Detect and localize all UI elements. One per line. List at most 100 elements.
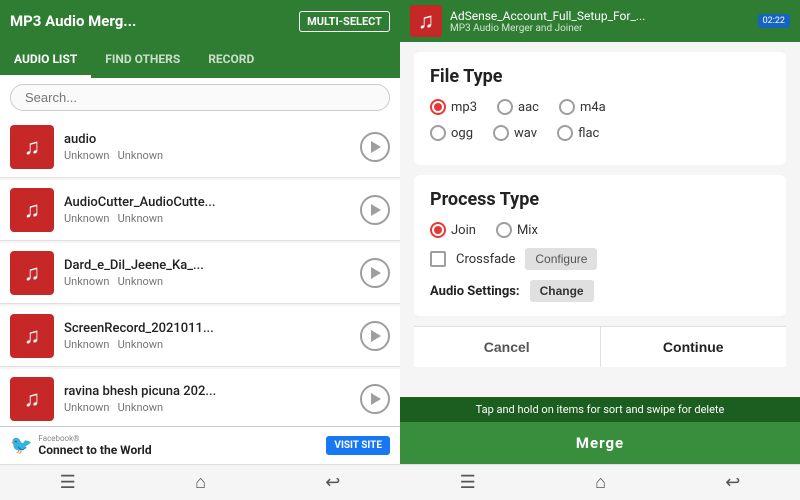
tab-find-others[interactable]: FIND OTHERS (91, 42, 194, 78)
audio-meta: Unknown Unknown (64, 338, 360, 351)
process-type-heading: Process Type (430, 189, 770, 210)
audio-info: audio Unknown Unknown (64, 132, 360, 162)
radio-flac-circle (557, 125, 573, 141)
merge-button-bar[interactable]: Merge (400, 422, 800, 464)
radio-mp3[interactable]: mp3 (430, 99, 477, 115)
audio-list: ♫ audio Unknown Unknown ♫ AudioCutter_Au… (0, 117, 400, 426)
radio-flac-label: flac (578, 126, 599, 141)
music-icon: ♫ (24, 197, 41, 223)
back-icon-right[interactable]: ↩ (725, 472, 740, 493)
search-bar (0, 78, 400, 117)
audio-thumb: ♫ (10, 251, 54, 295)
radio-aac[interactable]: aac (497, 99, 539, 115)
change-button[interactable]: Change (530, 280, 594, 302)
audio-thumb: ♫ (10, 314, 54, 358)
audio-name: audio (64, 132, 360, 147)
audio-info: AudioCutter_AudioCutte... Unknown Unknow… (64, 195, 360, 225)
radio-wav[interactable]: wav (493, 125, 537, 141)
left-panel: MP3 Audio Merg... MULTI-SELECT AUDIO LIS… (0, 0, 400, 500)
audio-info: ScreenRecord_2021011... Unknown Unknown (64, 321, 360, 351)
list-item[interactable]: ♫ AudioCutter_AudioCutte... Unknown Unkn… (0, 180, 400, 241)
music-icon: ♫ (24, 134, 41, 160)
music-icon: ♫ (24, 323, 41, 349)
right-panel: ♫ AdSense_Account_Full_Setup_For_... MP3… (400, 0, 800, 500)
list-item[interactable]: ♫ ravina bhesh picuna 202... Unknown Unk… (0, 369, 400, 426)
audio-settings-label: Audio Settings: (430, 284, 520, 299)
radio-wav-circle (493, 125, 509, 141)
play-button[interactable] (360, 195, 390, 225)
process-type-row: Join Mix (430, 222, 770, 238)
tabs-bar: AUDIO LIST FIND OTHERS RECORD (0, 42, 400, 78)
radio-ogg-circle (430, 125, 446, 141)
dialog-area: File Type mp3 aac m4a ogg (400, 42, 800, 397)
audio-name: ravina bhesh picuna 202... (64, 384, 360, 399)
crossfade-row: Crossfade Configure (430, 248, 770, 270)
tap-hint: Tap and hold on items for sort and swipe… (400, 397, 800, 422)
now-playing-name: AdSense_Account_Full_Setup_For_... (450, 9, 758, 23)
radio-m4a-circle (559, 99, 575, 115)
audio-name: Dard_e_Dil_Jeene_Ka_... (64, 258, 360, 273)
music-icon: ♫ (24, 260, 41, 286)
play-button[interactable] (360, 321, 390, 351)
audio-name: ScreenRecord_2021011... (64, 321, 360, 336)
radio-aac-circle (497, 99, 513, 115)
home-icon-right[interactable]: ⌂ (595, 472, 606, 493)
audio-thumb: ♫ (10, 377, 54, 421)
tab-record[interactable]: RECORD (194, 42, 268, 78)
play-button[interactable] (360, 132, 390, 162)
top-bar-left: MP3 Audio Merg... MULTI-SELECT (0, 0, 400, 42)
radio-mp3-circle (430, 99, 446, 115)
crossfade-label: Crossfade (456, 252, 515, 267)
audio-thumb: ♫ (10, 125, 54, 169)
facebook-logo-icon: 🐦 (10, 435, 32, 456)
bottom-nav-left: ☰ ⌂ ↩ (0, 464, 400, 500)
multi-select-button[interactable]: MULTI-SELECT (299, 11, 390, 32)
radio-mix[interactable]: Mix (496, 222, 538, 238)
continue-button[interactable]: Continue (601, 327, 787, 367)
audio-meta: Unknown Unknown (64, 212, 360, 225)
file-type-row-2: ogg wav flac (430, 125, 770, 141)
ad-label: Facebook® (38, 434, 326, 443)
visit-site-button[interactable]: VISIT SITE (326, 436, 390, 455)
file-type-row-1: mp3 aac m4a (430, 99, 770, 115)
audio-settings-row: Audio Settings: Change (430, 280, 770, 302)
file-type-section: File Type mp3 aac m4a ogg (414, 52, 786, 165)
list-item[interactable]: ♫ audio Unknown Unknown (0, 117, 400, 178)
ad-text: Connect to the World (38, 443, 326, 457)
radio-mix-label: Mix (517, 223, 538, 238)
cancel-button[interactable]: Cancel (414, 327, 601, 367)
menu-icon-right[interactable]: ☰ (460, 472, 476, 493)
radio-join[interactable]: Join (430, 222, 476, 238)
home-icon[interactable]: ⌂ (195, 472, 206, 493)
list-item[interactable]: ♫ Dard_e_Dil_Jeene_Ka_... Unknown Unknow… (0, 243, 400, 304)
back-icon[interactable]: ↩ (325, 472, 340, 493)
radio-ogg-label: ogg (451, 126, 473, 141)
radio-join-label: Join (451, 223, 476, 238)
list-item[interactable]: ♫ ScreenRecord_2021011... Unknown Unknow… (0, 306, 400, 367)
play-button[interactable] (360, 258, 390, 288)
process-type-section: Process Type Join Mix Crossfade Configur… (414, 175, 786, 316)
audio-info: Dard_e_Dil_Jeene_Ka_... Unknown Unknown (64, 258, 360, 288)
audio-meta: Unknown Unknown (64, 401, 360, 414)
audio-meta: Unknown Unknown (64, 149, 360, 162)
radio-ogg[interactable]: ogg (430, 125, 473, 141)
app-title-left: MP3 Audio Merg... (10, 12, 136, 30)
radio-m4a-label: m4a (580, 100, 606, 115)
play-button[interactable] (360, 384, 390, 414)
tab-audio-list[interactable]: AUDIO LIST (0, 42, 91, 78)
crossfade-checkbox[interactable] (430, 251, 446, 267)
radio-wav-label: wav (514, 126, 537, 141)
configure-button[interactable]: Configure (525, 248, 597, 270)
now-playing-thumb: ♫ (410, 5, 442, 37)
top-bar-right: ♫ AdSense_Account_Full_Setup_For_... MP3… (400, 0, 800, 42)
menu-icon[interactable]: ☰ (60, 472, 76, 493)
search-input[interactable] (10, 84, 390, 111)
radio-flac[interactable]: flac (557, 125, 599, 141)
audio-info: ravina bhesh picuna 202... Unknown Unkno… (64, 384, 360, 414)
radio-m4a[interactable]: m4a (559, 99, 606, 115)
radio-aac-label: aac (518, 100, 539, 115)
music-note-icon: ♫ (418, 8, 435, 34)
file-type-heading: File Type (430, 66, 770, 87)
audio-thumb: ♫ (10, 188, 54, 232)
merge-button-label: Merge (576, 434, 624, 452)
